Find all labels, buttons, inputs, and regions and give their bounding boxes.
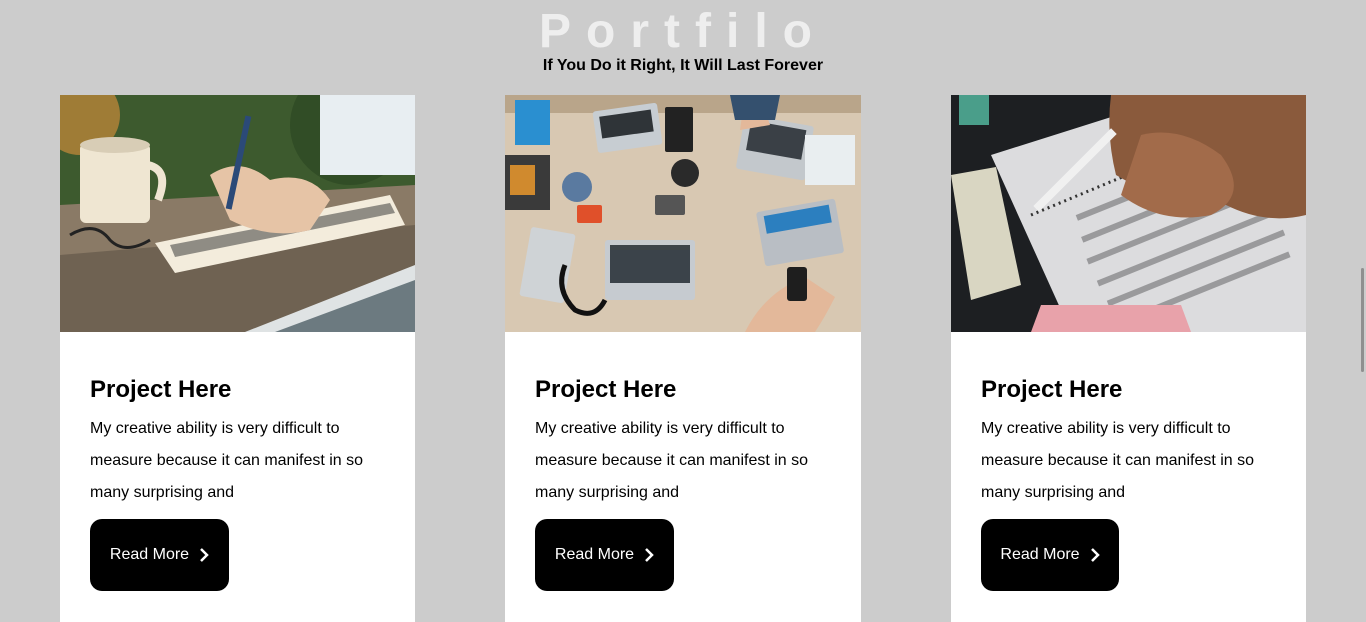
project-title: Project Here	[535, 376, 677, 403]
read-more-label: Read More	[554, 546, 635, 563]
notebook-writing-photo	[60, 95, 415, 332]
read-more-button[interactable]: Read More	[90, 519, 229, 591]
project-title: Project Here	[981, 376, 1123, 403]
team-laptops-desk-photo	[505, 95, 861, 332]
read-more-button[interactable]: Read More	[535, 519, 674, 591]
project-image-answer-sheet	[951, 95, 1306, 332]
chevron-right-icon	[645, 548, 654, 562]
project-card-2: Project Here My creative ability is very…	[505, 95, 861, 622]
scrollbar-thumb[interactable]	[1361, 268, 1364, 372]
chevron-right-icon	[1090, 548, 1100, 562]
page-scrollbar[interactable]	[1360, 0, 1366, 622]
answer-sheet-pencil-photo	[951, 95, 1306, 332]
project-card-1: Project Here My creative ability is very…	[60, 95, 415, 622]
read-more-label: Read More	[109, 546, 190, 563]
project-card-3: Project Here My creative ability is very…	[951, 95, 1306, 622]
chevron-right-icon	[200, 548, 209, 562]
read-more-button[interactable]: Read More	[981, 519, 1119, 591]
page-subtitle: If You Do it Right, It Will Last Forever	[542, 57, 824, 74]
project-description: My creative ability is very difficult to…	[535, 420, 809, 501]
project-description: My creative ability is very difficult to…	[981, 420, 1255, 501]
project-description: My creative ability is very difficult to…	[90, 420, 364, 501]
page-title: Portfilo	[539, 5, 827, 58]
read-more-label: Read More	[1000, 546, 1080, 563]
project-image-team	[505, 95, 861, 332]
project-image-notebook	[60, 95, 415, 332]
project-title: Project Here	[90, 376, 232, 403]
